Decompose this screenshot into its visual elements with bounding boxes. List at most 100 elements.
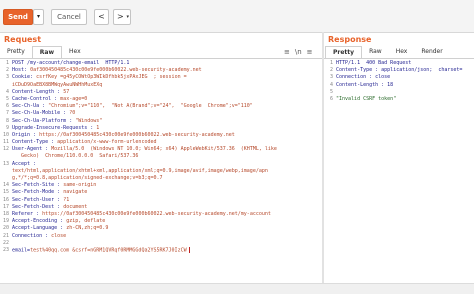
line-number: 4 <box>5 88 9 95</box>
request-pane-title: Request <box>4 35 42 44</box>
request-line[interactable]: 7 Sec-Ch-Ua-Mobile : ?0 <box>0 110 322 117</box>
response-line[interactable]: 3 Connection : close <box>324 74 474 81</box>
request-tab-pretty[interactable]: Pretty <box>0 46 32 58</box>
header-value: same-origin <box>63 182 97 189</box>
request-tab-rule <box>0 58 322 59</box>
header-value: ?0 <box>69 110 76 117</box>
request-editor[interactable]: 1 POST /my-account/change-email HTTP/1.1 2… <box>0 60 322 254</box>
request-line[interactable]: 18 Referer : https://0af300450485c430c00e… <box>0 211 322 218</box>
response-tab-pretty[interactable]: Pretty <box>325 46 363 58</box>
chevron-down-icon: ▾ <box>126 14 129 20</box>
request-tab-raw[interactable]: Raw <box>31 46 63 58</box>
line-number: 11 <box>2 139 9 146</box>
header-value: Gecko) Chrome/110.0.0.0 Safari/537.36 <box>12 153 139 160</box>
header-name: Upgrade-Insecure-Requests : <box>12 124 97 131</box>
response-line[interactable]: 2 Content-Type : application/json; charse… <box>324 67 474 74</box>
response-line[interactable]: 4 Content-Length : 18 <box>324 82 474 89</box>
line-text: Cache-Control : max-age=0 <box>12 96 87 103</box>
line-text: Accept-Encoding : gzip, deflate <box>12 218 105 225</box>
message-actions-icon[interactable]: ≡ <box>284 46 290 58</box>
menu-icon[interactable]: ≡ <box>307 46 313 58</box>
request-line[interactable]: 4 Content-Length : 57 <box>0 89 322 96</box>
request-line[interactable]: 14 Sec-Fetch-Site : same-origin <box>0 182 322 189</box>
line-number: 1 <box>329 60 333 66</box>
request-line[interactable]: 1 POST /my-account/change-email HTTP/1.1 <box>0 60 322 67</box>
request-line[interactable]: 6 Sec-Ch-Ua : "Chromium";v="110", "Not A(… <box>0 103 322 110</box>
send-button[interactable]: Send <box>3 9 33 25</box>
line-text: Content-Length : 57 <box>12 89 69 96</box>
header-name: Cache-Control : <box>12 95 61 102</box>
line-text: Accept : <box>12 161 36 168</box>
line-text: iCDuD9OaEBX8BMWqyAwuNWHhMuxEXq <box>12 82 102 89</box>
request-line[interactable]: 5 Cache-Control : max-age=0 <box>0 96 322 103</box>
request-line[interactable]: 3 Cookie: csrfKey =g45yCOWtOp3WIkDfhbk5jx… <box>0 74 322 81</box>
header-name: Sec-Fetch-Mode : <box>12 189 64 196</box>
line-text: Sec-Fetch-Site : same-origin <box>12 182 96 189</box>
line-text: text/html,application/xhtml+xml,applicat… <box>12 168 268 175</box>
request-line[interactable]: 13 Accept : <box>0 161 322 168</box>
request-line[interactable]: 2 Host: 0af300450485c430c00e9fe000b60022.… <box>0 67 322 74</box>
header-name: Sec-Fetch-User : <box>12 196 64 203</box>
newline-toggle-icon[interactable]: \n <box>295 46 302 58</box>
line-text: "Invalid CSRF token" <box>336 95 397 102</box>
response-line[interactable]: 5 <box>324 89 474 96</box>
request-line[interactable]: 21 Connection : close <box>0 233 322 240</box>
line-text: HTTP/1.1 400 Bad Request <box>336 60 412 66</box>
line-number: 16 <box>2 196 9 203</box>
request-line[interactable]: 11 Content-Type : application/x-www-form-… <box>0 139 322 146</box>
request-line[interactable]: Gecko) Chrome/110.0.0.0 Safari/537.36 <box>0 153 322 160</box>
request-line[interactable]: g,*/*;q=0.8,application/signed-exchange;… <box>0 175 322 182</box>
line-text: Content-Length : 18 <box>336 81 394 88</box>
back-button[interactable]: < <box>94 9 109 25</box>
header-name: Origin : <box>12 131 40 138</box>
response-tab-raw[interactable]: Raw <box>362 46 389 58</box>
line-number: 1 <box>5 60 9 66</box>
send-options-button[interactable]: ▾ <box>33 9 44 25</box>
line-text: Cookie: csrfKey =g45yCOWtOp3WIkDfhbk5jxP… <box>12 74 187 81</box>
response-tab-render[interactable]: Render <box>414 46 449 58</box>
header-value: document <box>63 203 88 210</box>
line-number: 3 <box>5 74 9 81</box>
response-editor[interactable]: 1 HTTP/1.1 400 Bad Request 2 Content-Type :… <box>324 60 474 103</box>
request-line[interactable]: iCDuD9OaEBX8BMWqyAwuNWHhMuxEXq <box>0 82 322 89</box>
request-line[interactable]: 19 Accept-Encoding : gzip, deflate <box>0 218 322 225</box>
request-line[interactable]: 16 Sec-Fetch-User : ?1 <box>0 197 322 204</box>
line-number: 15 <box>2 189 9 196</box>
header-value: test%40qq.com &csrf=nGRM1QVRqf0RMMGGdQa2… <box>30 247 187 254</box>
request-line[interactable]: 9 Upgrade-Insecure-Requests : 1 <box>0 125 322 132</box>
response-line[interactable]: 6 "Invalid CSRF token" <box>324 96 474 103</box>
forward-button[interactable]: > ▾ <box>113 9 131 25</box>
line-text: Referer : https://0af300450485c430c00e9f… <box>12 211 271 218</box>
response-line[interactable]: 1 HTTP/1.1 400 Bad Request <box>324 60 474 67</box>
line-number: 3 <box>329 74 333 81</box>
request-line[interactable]: 23 email=test%40qq.com &csrf=nGRM1QVRqf0R… <box>0 246 322 254</box>
response-pane-title: Response <box>328 35 372 44</box>
cancel-button[interactable]: Cancel <box>51 9 87 25</box>
request-line[interactable]: 22 <box>0 240 322 247</box>
line-number: 5 <box>5 95 9 102</box>
response-tab-rule <box>324 58 474 59</box>
header-value: 57 <box>63 88 70 95</box>
request-line[interactable]: 8 Sec-Ch-Ua-Platform : "Windows" <box>0 118 322 125</box>
request-line[interactable]: 12 User-Agent : Mozilla/5.0 (Windows NT 1… <box>0 146 322 153</box>
request-tools: ≡ \n ≡ <box>284 46 313 58</box>
line-number: 19 <box>2 218 9 225</box>
header-value: g,*/*;q=0.8,application/signed-exchange;… <box>12 175 163 181</box>
line-text: Origin : https://0af300450485c430c00e9fe… <box>12 132 235 139</box>
header-name: Accept-Encoding : <box>12 218 67 225</box>
request-line[interactable]: text/html,application/xhtml+xml,applicat… <box>0 168 322 175</box>
request-line[interactable]: 15 Sec-Fetch-Mode : navigate <box>0 189 322 196</box>
line-number: 14 <box>2 182 9 189</box>
request-line[interactable]: 20 Accept-Language : zh-CN,zh;q=0.9 <box>0 225 322 232</box>
header-name: email= <box>12 247 31 254</box>
bottom-bar <box>0 283 474 294</box>
line-text: User-Agent : Mozilla/5.0 (Windows NT 10.… <box>12 146 277 153</box>
line-number: 8 <box>5 117 9 124</box>
request-line[interactable]: 10 Origin : https://0af300450485c430c00e9… <box>0 132 322 139</box>
text-cursor <box>188 246 190 253</box>
request-tab-hex[interactable]: Hex <box>62 46 88 58</box>
header-name: Accept : <box>12 160 37 167</box>
response-tab-hex[interactable]: Hex <box>389 46 415 58</box>
line-text: Content-Type : application/x-www-form-ur… <box>12 139 157 146</box>
request-line[interactable]: 17 Sec-Fetch-Dest : document <box>0 204 322 211</box>
